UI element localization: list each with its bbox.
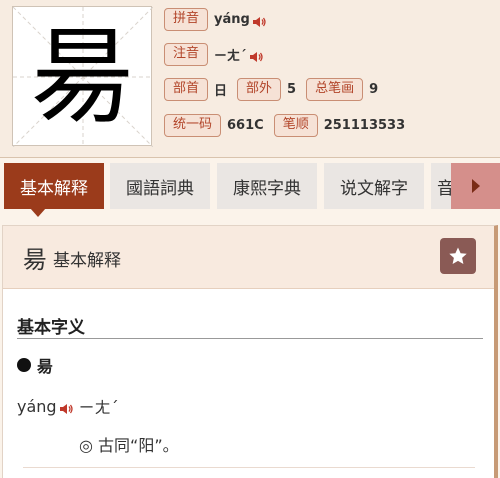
speaker-icon[interactable] [59,400,73,414]
pinyin-row: 拼音 yáng [164,7,266,31]
tab-kangxi-dictionary[interactable]: 康熙字典 [217,163,317,209]
tab-basic-explanation[interactable]: 基本解释 [4,163,104,209]
card-title: 基本解释 [53,251,121,271]
favorite-button[interactable] [440,238,476,274]
zhuyin-row: 注音 ㄧㄤˊ [164,42,263,66]
outer-strokes-value: 5 [287,81,297,97]
pinyin-label: 拼音 [164,7,209,31]
divider [23,467,475,468]
zhuyin-value: ㄧㄤˊ [214,48,247,64]
tab-scroll-next-button[interactable] [451,163,500,209]
card-character: 昜 [23,246,47,274]
tab-guoyu-dictionary[interactable]: 國語詞典 [110,163,210,209]
unicode-row: 统一码 661C 笔顺 251113533 [164,113,415,137]
total-strokes-label: 总笔画 [306,77,364,101]
section-title: 基本字义 [17,318,85,338]
total-strokes-value: 9 [369,81,379,97]
radical-value: 日 [214,83,228,99]
character-grid: 昜 [12,6,153,147]
chevron-right-icon [471,179,480,193]
dictionary-tabs: 基本解释 國語詞典 康熙字典 说文解字 音 [0,163,500,211]
unicode-label: 统一码 [164,113,222,137]
entry-bopomofo: ㄧㄤˊ [78,398,119,417]
tab-shuowen-jiezi[interactable]: 说文解字 [324,163,424,209]
active-tab-pointer [30,208,46,217]
main-character: 昜 [30,16,135,138]
pronunciation-row: yáng ㄧㄤˊ [17,394,119,418]
pinyin-value: yáng [214,11,250,27]
stroke-order-label: 笔顺 [273,113,318,137]
radical-label: 部首 [164,77,209,101]
meaning-text: ◎ 古同“阳”。 [79,436,179,455]
character-header: 昜 拼音 yáng 注音 ㄧㄤˊ 部首 日 部外 5 总笔画 9 统一码 661… [0,0,500,158]
card-header: 昜 基本解释 [3,226,494,289]
speaker-icon[interactable] [252,13,266,27]
divider [17,338,483,339]
entry-character: 昜 [37,357,54,376]
entry-pinyin: yáng [17,396,57,416]
explanation-card: 昜 基本解释 基本字义 昜 yáng ㄧㄤˊ ◎ 古同“阳”。 [2,225,498,478]
zhuyin-label: 注音 [164,42,209,66]
outer-strokes-label: 部外 [237,77,282,101]
unicode-value: 661C [227,117,264,133]
bullet-icon [17,358,31,372]
speaker-icon[interactable] [249,48,263,62]
star-icon [449,247,467,264]
stroke-order-value: 251113533 [323,117,406,133]
radical-row: 部首 日 部外 5 总笔画 9 [164,77,388,101]
character-entry: 昜 [17,353,53,377]
